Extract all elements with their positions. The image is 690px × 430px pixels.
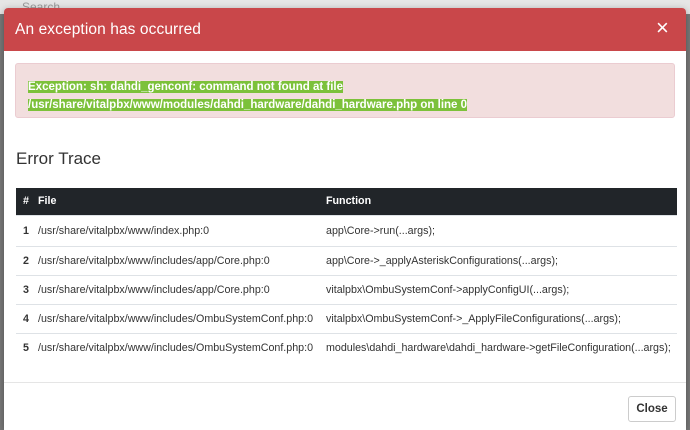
table-row: 5 /usr/share/vitalpbx/www/includes/OmbuS… (16, 332, 677, 362)
row-number: 3 (16, 274, 38, 304)
column-header-file: File (38, 195, 57, 208)
row-file: /usr/share/vitalpbx/www/includes/app/Cor… (38, 245, 326, 275)
table-header-row: # File Function (16, 188, 677, 215)
row-file: /usr/share/vitalpbx/www/includes/app/Cor… (38, 274, 326, 304)
row-number: 1 (16, 214, 38, 246)
close-button[interactable]: Close (628, 396, 676, 422)
table-row: 1 /usr/share/vitalpbx/www/index.php:0 ap… (16, 214, 677, 246)
exception-modal: An exception has occurred × Exception: s… (4, 8, 686, 430)
row-number: 4 (16, 303, 38, 333)
close-icon[interactable]: × (656, 17, 676, 41)
exception-alert: Exception: sh: dahdi_genconf: command no… (15, 63, 675, 118)
row-number: 5 (16, 332, 38, 362)
error-trace-heading: Error Trace (16, 149, 102, 168)
table-row: 4 /usr/share/vitalpbx/www/includes/OmbuS… (16, 303, 677, 333)
column-header-number: # (23, 195, 29, 208)
modal-footer: Close (4, 382, 686, 430)
modal-title: An exception has occurred (15, 21, 202, 38)
error-trace-table: # File Function 1 /usr/share/vitalpbx/ww… (16, 188, 677, 362)
table-row: 2 /usr/share/vitalpbx/www/includes/app/C… (16, 245, 677, 275)
row-file: /usr/share/vitalpbx/www/includes/OmbuSys… (38, 332, 326, 362)
row-function: app\Core->_applyAsteriskConfigurations(.… (326, 245, 677, 275)
row-number: 2 (16, 245, 38, 275)
row-function: modules\dahdi_hardware\dahdi_hardware->g… (326, 332, 677, 362)
table-row: 3 /usr/share/vitalpbx/www/includes/app/C… (16, 274, 677, 304)
row-function: app\Core->run(...args); (326, 214, 677, 246)
row-function: vitalpbx\OmbuSystemConf->_ApplyFileConfi… (326, 303, 677, 333)
modal-header: An exception has occurred × (4, 8, 686, 51)
row-file: /usr/share/vitalpbx/www/includes/OmbuSys… (38, 303, 326, 333)
row-file: /usr/share/vitalpbx/www/index.php:0 (38, 214, 326, 246)
row-function: vitalpbx\OmbuSystemConf->applyConfigUI(.… (326, 274, 677, 304)
exception-message: Exception: sh: dahdi_genconf: command no… (28, 81, 468, 111)
column-header-function: Function (326, 195, 372, 208)
